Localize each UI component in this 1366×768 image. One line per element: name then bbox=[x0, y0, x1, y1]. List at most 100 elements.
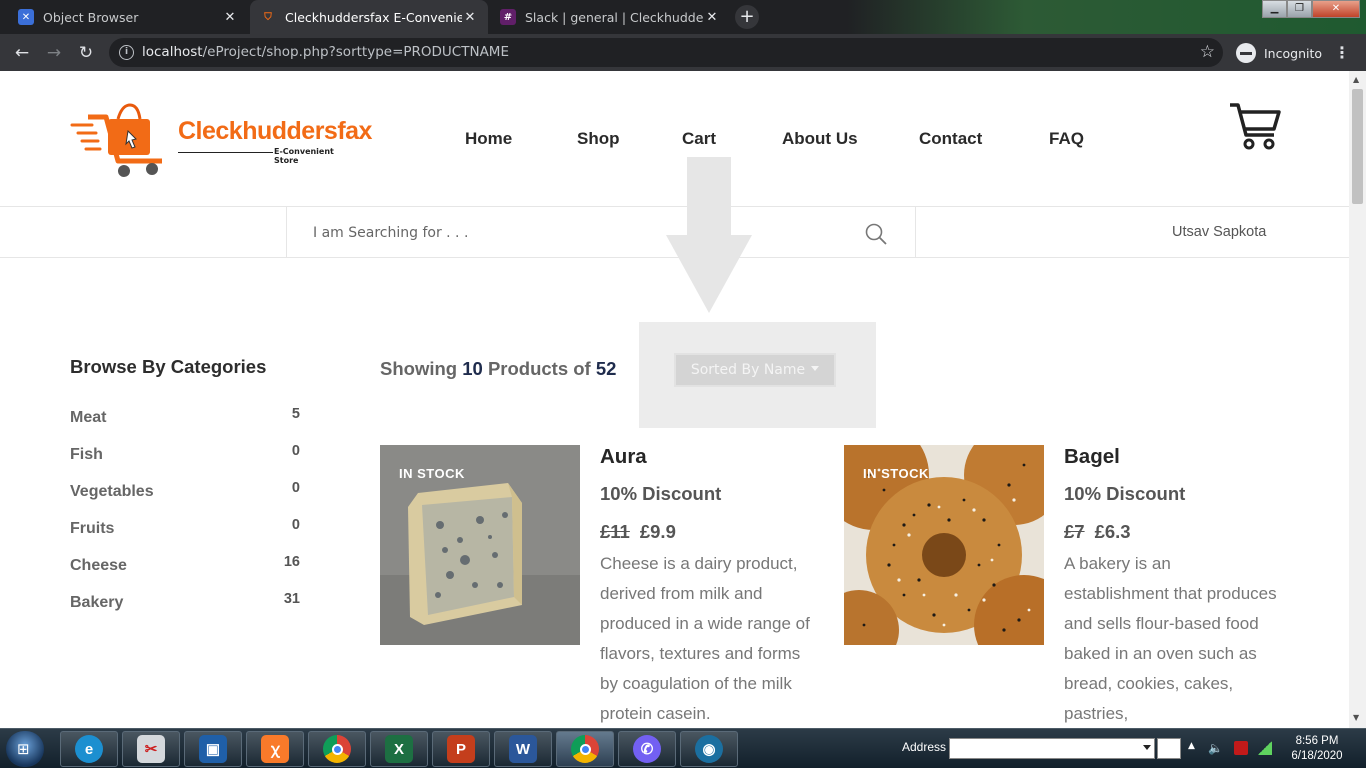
scroll-up-icon[interactable]: ▲ bbox=[1353, 75, 1359, 84]
product-image-bagel[interactable]: IN STOCK bbox=[844, 445, 1044, 645]
taskbar-viber[interactable]: ✆ bbox=[618, 731, 676, 767]
product-discount: 10% Discount bbox=[600, 483, 722, 504]
category-count: 31 bbox=[283, 591, 300, 607]
product-name[interactable]: Bagel bbox=[1064, 445, 1120, 469]
scroll-down-icon[interactable]: ▼ bbox=[1353, 713, 1359, 722]
total-count: 52 bbox=[595, 358, 617, 379]
close-tab-icon[interactable]: ✕ bbox=[704, 10, 720, 25]
nav-cart[interactable]: Cart bbox=[682, 129, 716, 149]
tray-expand-icon[interactable]: ▲ bbox=[1188, 741, 1195, 751]
user-name[interactable]: Utsav Sapkota bbox=[1172, 224, 1266, 240]
minimize-button[interactable]: ▁ bbox=[1262, 0, 1287, 18]
security-shield-icon[interactable] bbox=[1234, 741, 1248, 755]
address-toolbar-input[interactable] bbox=[949, 738, 1155, 759]
clock-date: 6/18/2020 bbox=[1291, 750, 1343, 762]
category-cheese[interactable]: Cheese 16 bbox=[70, 554, 300, 579]
category-fruits[interactable]: Fruits 0 bbox=[70, 517, 300, 542]
category-name: Fruits bbox=[70, 520, 115, 537]
tab-object-browser[interactable]: ✕ Object Browser ✕ bbox=[8, 0, 248, 34]
category-count: 16 bbox=[283, 554, 300, 570]
in-stock-badge: IN STOCK bbox=[863, 466, 929, 481]
nav-shop[interactable]: Shop bbox=[577, 129, 620, 149]
taskbar-chrome-active[interactable] bbox=[556, 731, 614, 767]
shown-count: 10 bbox=[462, 358, 483, 379]
caret-down-icon bbox=[811, 366, 820, 371]
address-go-button[interactable] bbox=[1157, 738, 1181, 759]
taskbar-camtasia[interactable]: ◉ bbox=[680, 731, 738, 767]
tab-slack[interactable]: # Slack | general | Cleckhuddersfax ✕ bbox=[490, 0, 730, 34]
taskbar-virtualbox[interactable]: ▣ bbox=[184, 731, 242, 767]
browser-toolbar: ← → ↻ i localhost/eProject/shop.php?sort… bbox=[0, 34, 1366, 71]
browser-tab-bar: ✕ Object Browser ✕ ⛉ Cleckhuddersfax E-C… bbox=[0, 0, 1366, 34]
sort-dropdown-button[interactable]: Sorted By Name bbox=[674, 353, 836, 387]
volume-icon[interactable]: 🔈 bbox=[1208, 741, 1223, 755]
category-fish[interactable]: Fish 0 bbox=[70, 443, 300, 468]
category-meat[interactable]: Meat 5 bbox=[70, 406, 300, 431]
bookmark-star-icon[interactable]: ☆ bbox=[1200, 38, 1215, 67]
site-logo[interactable]: Cleckhuddersfax E-Convenient Store bbox=[70, 103, 372, 179]
product-description: Cheese is a dairy product, derived from … bbox=[600, 554, 810, 723]
site-info-icon[interactable]: i bbox=[119, 45, 134, 60]
brand-name: Cleckhuddersfax bbox=[178, 117, 372, 145]
category-count: 5 bbox=[291, 406, 300, 422]
shopping-cart-logo-icon bbox=[70, 103, 162, 177]
camtasia-icon: ◉ bbox=[695, 735, 723, 763]
tab-store[interactable]: ⛉ Cleckhuddersfax E-Convenient St ✕ bbox=[250, 0, 488, 34]
product-card: IN STOCK Aura 10% Discount £11 £9.9 Chees… bbox=[380, 445, 820, 728]
search-icon[interactable] bbox=[865, 223, 887, 245]
clock-time: 8:56 PM bbox=[1295, 735, 1339, 747]
results-count: Showing 10 Products of 52 bbox=[380, 358, 616, 380]
nav-faq[interactable]: FAQ bbox=[1049, 129, 1084, 149]
category-name: Fish bbox=[70, 446, 103, 463]
address-toolbar-label: Address bbox=[902, 740, 947, 754]
reload-icon[interactable]: ↻ bbox=[75, 42, 97, 64]
category-count: 0 bbox=[291, 517, 300, 533]
address-bar[interactable]: i localhost/eProject/shop.php?sorttype=P… bbox=[109, 38, 1223, 67]
store-favicon-icon: ⛉ bbox=[260, 9, 276, 25]
incognito-indicator[interactable]: Incognito bbox=[1236, 42, 1322, 64]
object-browser-icon: ✕ bbox=[18, 9, 34, 25]
nav-about-us[interactable]: About Us bbox=[782, 129, 858, 149]
system-clock[interactable]: 8:56 PM 6/18/2020 bbox=[1282, 734, 1352, 764]
category-bakery[interactable]: Bakery 31 bbox=[70, 591, 300, 616]
maximize-button[interactable]: ❐ bbox=[1287, 0, 1312, 18]
tab-title: Object Browser bbox=[43, 9, 139, 25]
nav-home[interactable]: Home bbox=[465, 129, 512, 149]
close-tab-icon[interactable]: ✕ bbox=[222, 10, 238, 25]
taskbar-snipping-tool[interactable]: ✂ bbox=[122, 731, 180, 767]
product-name[interactable]: Aura bbox=[600, 445, 647, 469]
cart-icon[interactable] bbox=[1228, 101, 1282, 151]
product-image-cheese[interactable]: IN STOCK bbox=[380, 445, 580, 645]
start-button[interactable]: ⊞ bbox=[6, 731, 44, 767]
taskbar-powerpoint[interactable]: P bbox=[432, 731, 490, 767]
taskbar-excel[interactable]: X bbox=[370, 731, 428, 767]
incognito-icon bbox=[1236, 43, 1256, 63]
category-vegetables[interactable]: Vegetables 0 bbox=[70, 480, 300, 505]
category-count: 0 bbox=[291, 480, 300, 496]
new-tab-button[interactable]: + bbox=[735, 5, 759, 29]
taskbar-xampp[interactable]: ꭓ bbox=[246, 731, 304, 767]
close-tab-icon[interactable]: ✕ bbox=[462, 10, 478, 25]
product-price: £11 £9.9 bbox=[600, 521, 676, 543]
taskbar-ie[interactable]: e bbox=[60, 731, 118, 767]
close-window-button[interactable]: ✕ bbox=[1312, 0, 1360, 18]
category-count: 0 bbox=[291, 443, 300, 459]
nav-contact[interactable]: Contact bbox=[919, 129, 982, 149]
browser-menu-icon[interactable]: ⋮ bbox=[1334, 42, 1350, 64]
tagline-rule bbox=[178, 152, 273, 153]
slack-icon: # bbox=[500, 9, 516, 25]
taskbar-word[interactable]: W bbox=[494, 731, 552, 767]
back-arrow-icon[interactable]: ← bbox=[11, 42, 33, 64]
page-scrollbar[interactable]: ▲ ▼ bbox=[1349, 71, 1366, 728]
network-signal-icon[interactable] bbox=[1258, 741, 1272, 755]
sort-label: Sorted By Name bbox=[690, 362, 806, 378]
forward-arrow-icon[interactable]: → bbox=[43, 42, 65, 64]
chrome-icon bbox=[323, 735, 351, 763]
category-name: Meat bbox=[70, 409, 107, 426]
divider bbox=[286, 207, 287, 258]
dropdown-arrow-icon[interactable] bbox=[1143, 745, 1151, 750]
search-input[interactable] bbox=[313, 221, 833, 245]
taskbar-chrome[interactable] bbox=[308, 731, 366, 767]
scrollbar-thumb[interactable] bbox=[1352, 89, 1363, 204]
url-path: /eProject/shop.php?sorttype=PRODUCTNAME bbox=[202, 44, 509, 60]
